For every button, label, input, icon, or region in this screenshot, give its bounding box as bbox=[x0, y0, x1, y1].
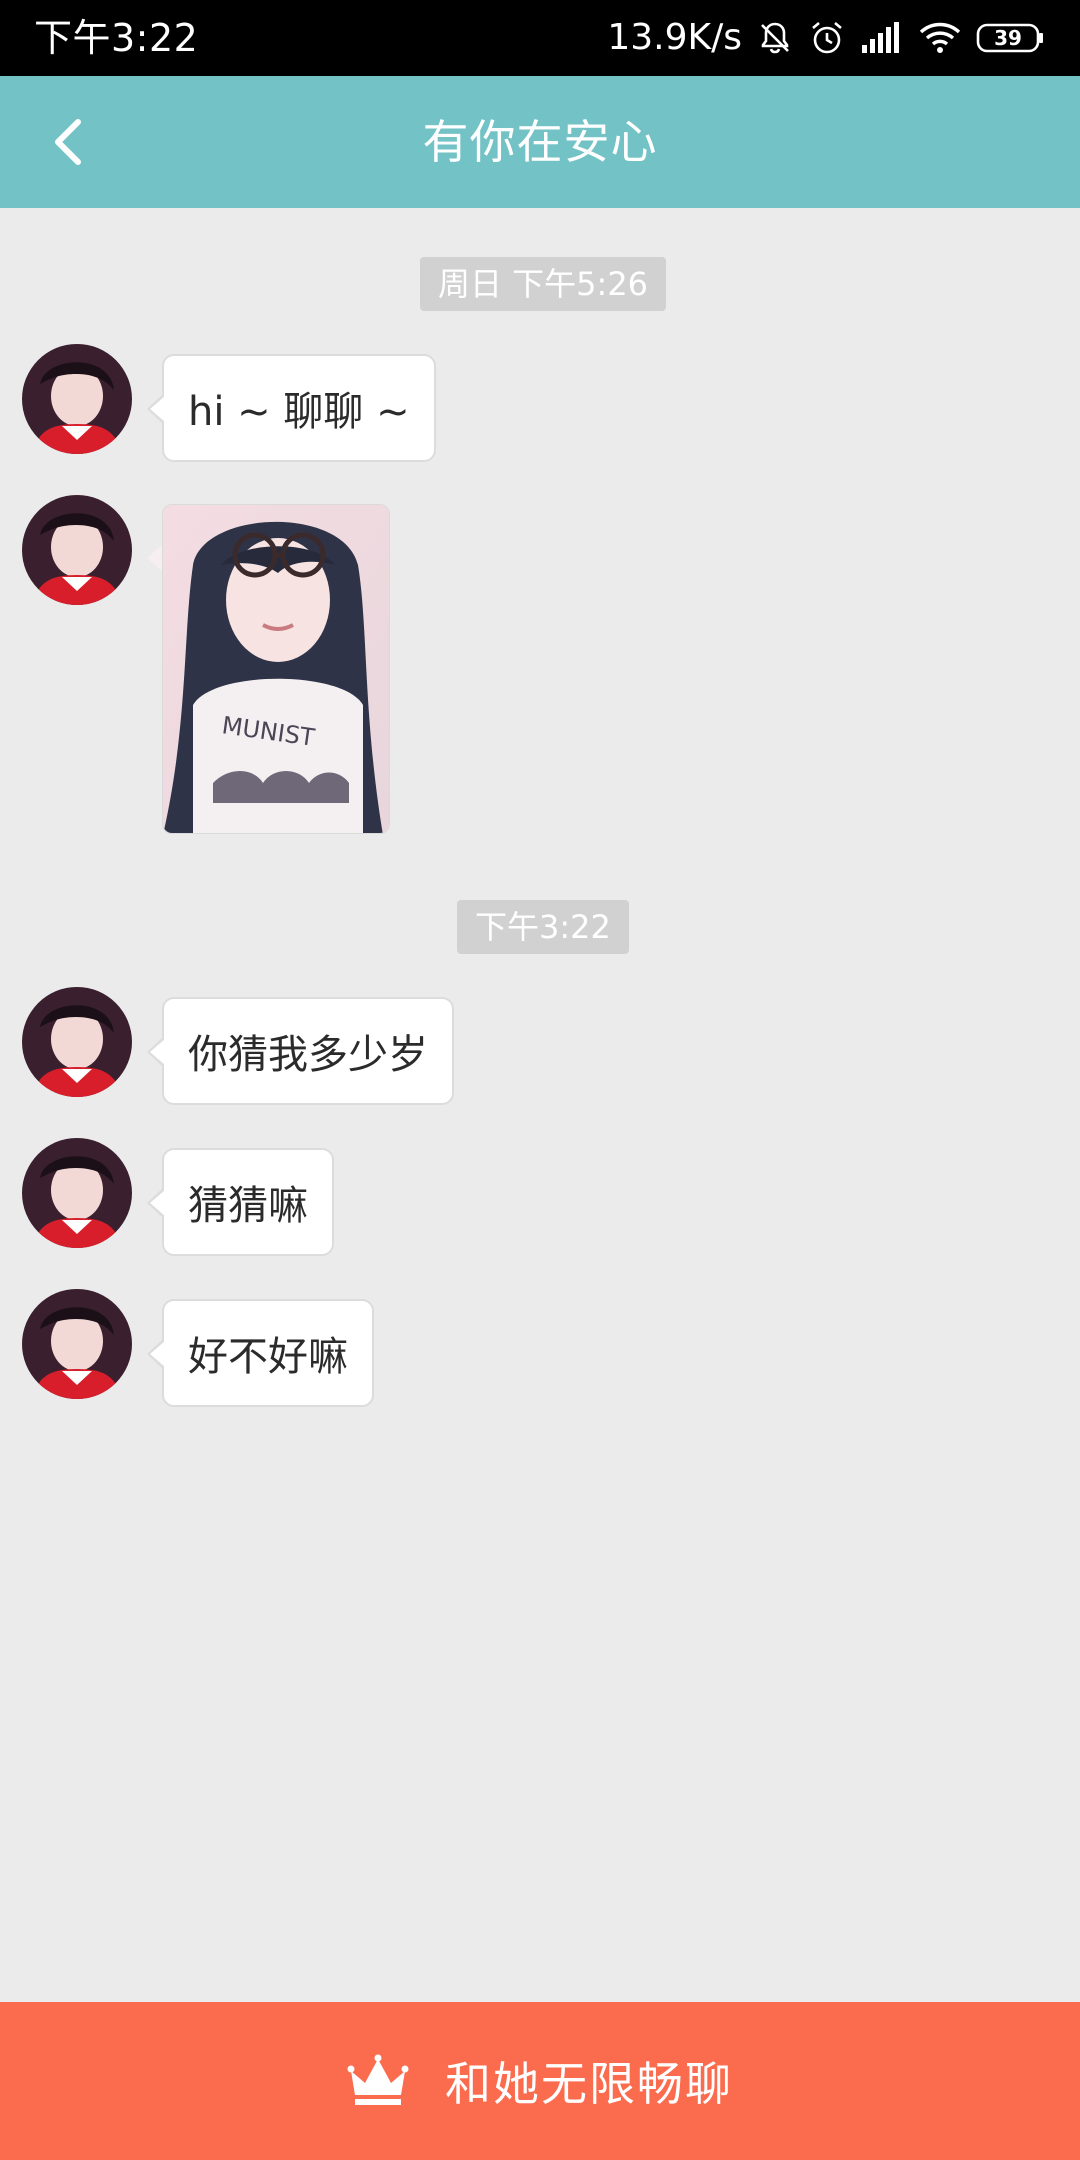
message-bubble[interactable]: hi ~ 聊聊 ~ bbox=[147, 354, 436, 462]
avatar[interactable] bbox=[22, 987, 132, 1097]
avatar[interactable] bbox=[22, 495, 132, 605]
network-speed: 13.9K/s bbox=[607, 17, 742, 58]
unlimited-chat-content: 和她无限畅聊 bbox=[0, 2002, 1080, 2160]
crown-icon bbox=[347, 2054, 409, 2105]
message-list[interactable]: 周日 下午5:26 hi ~ 聊聊 ~ MUNIST 下午3:22 你猜我多少岁… bbox=[0, 208, 1080, 2002]
unlimited-chat-label: 和她无限畅聊 bbox=[445, 2057, 733, 2111]
timestamp-chip: 周日 下午5:26 bbox=[420, 257, 667, 311]
chat-screen: 下午3:22 13.9K/s 39 有你在安心 周日 下午5:26 hi ~ 聊… bbox=[0, 0, 1080, 2160]
signal-icon bbox=[860, 21, 904, 55]
page-title: 有你在安心 bbox=[422, 115, 658, 169]
message-bubble[interactable]: 你猜我多少岁 bbox=[147, 997, 454, 1105]
chevron-left-icon bbox=[55, 119, 81, 165]
message-text: 你猜我多少岁 bbox=[188, 1032, 428, 1078]
back-button[interactable] bbox=[28, 102, 108, 182]
message-text: hi ~ 聊聊 ~ bbox=[188, 389, 410, 435]
message-bubble[interactable]: 好不好嘛 bbox=[147, 1299, 374, 1407]
message-bubble[interactable]: 猜猜嘛 bbox=[147, 1148, 334, 1256]
image-message[interactable]: MUNIST bbox=[162, 504, 390, 834]
avatar[interactable] bbox=[22, 1138, 132, 1248]
wifi-icon bbox=[918, 20, 962, 56]
status-bar: 下午3:22 13.9K/s 39 bbox=[0, 0, 1080, 76]
unlimited-chat-button[interactable]: 和她无限畅聊 bbox=[0, 2002, 1080, 2160]
status-icons: 13.9K/s 39 bbox=[607, 12, 1046, 64]
battery-icon: 39 bbox=[976, 21, 1046, 55]
bell-muted-icon bbox=[756, 19, 794, 57]
alarm-icon bbox=[808, 19, 846, 57]
chat-header: 有你在安心 bbox=[0, 76, 1080, 208]
timestamp-chip: 下午3:22 bbox=[457, 900, 629, 954]
selfie-photo: MUNIST bbox=[163, 505, 389, 833]
battery-level: 39 bbox=[994, 26, 1022, 50]
avatar[interactable] bbox=[22, 344, 132, 454]
status-time: 下午3:22 bbox=[34, 16, 199, 60]
message-text: 猜猜嘛 bbox=[188, 1183, 308, 1229]
avatar[interactable] bbox=[22, 1289, 132, 1399]
message-text: 好不好嘛 bbox=[188, 1334, 348, 1380]
bubble-tail bbox=[147, 544, 163, 572]
